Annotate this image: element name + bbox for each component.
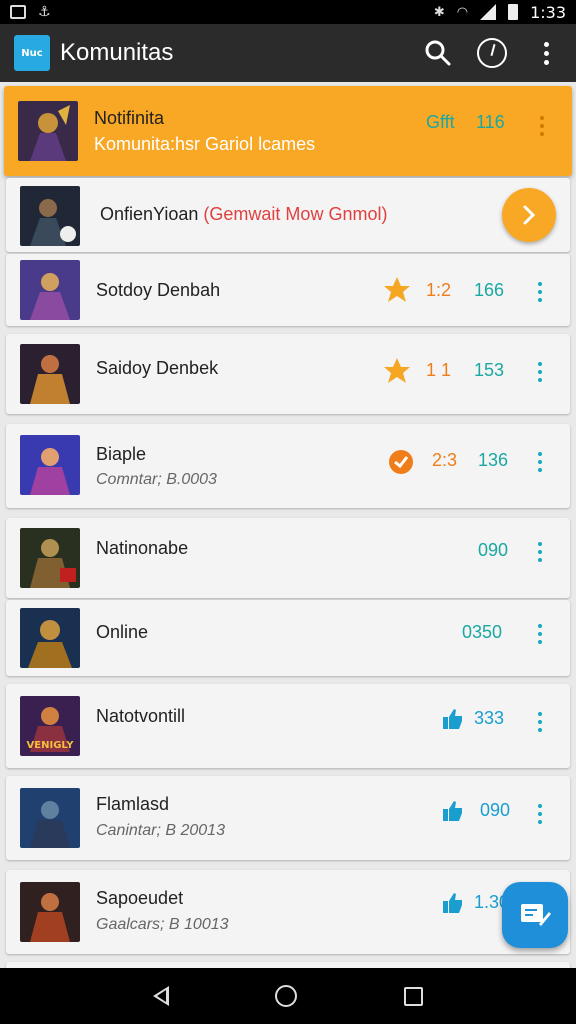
list-item[interactable]: Saidoy Denbek 1 1 153 bbox=[6, 334, 570, 414]
item-title: Sotdoy Denbah bbox=[96, 280, 221, 300]
item-thumbnail bbox=[20, 260, 80, 320]
item-thumbnail bbox=[20, 435, 80, 495]
thumbs-up-icon bbox=[443, 709, 462, 729]
more-options-icon[interactable] bbox=[540, 116, 546, 136]
item-thumbnail bbox=[20, 788, 80, 848]
item-count: 136 bbox=[478, 450, 509, 470]
promo-thumbnail bbox=[20, 186, 80, 246]
list-item[interactable]: Sapoeudet Gaalcars; B 10013 1.30 bbox=[6, 870, 570, 954]
item-count: 153 bbox=[474, 360, 505, 380]
item-thumbnail bbox=[20, 344, 80, 404]
more-options-icon[interactable] bbox=[538, 452, 544, 472]
more-options-icon[interactable] bbox=[538, 624, 544, 644]
star-icon bbox=[384, 358, 410, 383]
list-item[interactable]: Sotdoy Denbah 1:2 166 bbox=[6, 254, 570, 326]
signal-icon bbox=[480, 4, 497, 20]
thumbs-up-icon bbox=[443, 893, 462, 913]
more-options-icon[interactable] bbox=[538, 542, 544, 562]
item-thumbnail bbox=[20, 608, 80, 668]
thumbs-up-icon bbox=[443, 801, 462, 821]
wifi-icon: ◠ bbox=[456, 4, 469, 20]
list-item[interactable]: Online 0350 bbox=[6, 600, 570, 676]
featured-count: 116 bbox=[476, 112, 505, 132]
chevron-right-icon bbox=[523, 205, 536, 225]
item-thumbnail bbox=[20, 882, 80, 942]
compose-icon bbox=[521, 904, 551, 926]
app-title: Komunitas bbox=[60, 39, 174, 66]
navigation-bar bbox=[0, 968, 576, 1024]
battery-icon bbox=[508, 4, 519, 20]
item-count: 0350 bbox=[462, 622, 503, 642]
status-time: 1:33 bbox=[530, 2, 566, 22]
gallery-notification-icon bbox=[10, 5, 26, 19]
item-rating: 1:2 bbox=[426, 280, 452, 300]
item-title: Natotvontill bbox=[96, 706, 186, 726]
item-count: 090 bbox=[478, 540, 509, 560]
item-thumbnail bbox=[20, 528, 80, 588]
list-item[interactable]: Natinonabe 090 bbox=[6, 518, 570, 598]
item-title: Sapoeudet bbox=[96, 888, 184, 908]
more-options-icon[interactable] bbox=[538, 362, 544, 382]
bluetooth-icon: ✱ bbox=[433, 4, 445, 20]
promo-title: OnfienYioan bbox=[100, 204, 199, 224]
thumbnail-logo-text: VENIGLY bbox=[27, 740, 75, 751]
list-item[interactable]: VENIGLY Natotvontill 333 bbox=[6, 684, 570, 768]
item-subtitle: Canintar; B 20013 bbox=[96, 822, 225, 839]
item-count: 166 bbox=[474, 280, 505, 300]
badge-icon bbox=[389, 450, 413, 474]
item-count: 333 bbox=[474, 708, 505, 728]
item-subtitle: Comntar; B.0003 bbox=[96, 471, 217, 488]
list-item[interactable]: Biaple Comntar; B.0003 2:3 136 bbox=[6, 424, 570, 508]
featured-title: Notifinita bbox=[94, 108, 165, 128]
more-options-icon[interactable] bbox=[538, 282, 544, 302]
item-subtitle: Gaalcars; B 10013 bbox=[96, 916, 229, 933]
more-options-icon[interactable] bbox=[538, 804, 544, 824]
promo-tag: (Gemwait Mow Gnmol) bbox=[203, 204, 388, 224]
list-item[interactable]: Flamlasd Canintar; B 20013 090 bbox=[6, 776, 570, 860]
item-rating: 2:3 bbox=[432, 450, 458, 470]
forward-button[interactable] bbox=[502, 188, 556, 242]
more-options-icon[interactable] bbox=[538, 712, 544, 732]
item-title: Biaple bbox=[96, 444, 147, 464]
app-logo: Nuc bbox=[14, 35, 50, 71]
anchor-notification-icon: ⚓ bbox=[38, 4, 51, 20]
star-icon bbox=[384, 277, 410, 302]
item-rating: 1 1 bbox=[426, 360, 452, 380]
home-icon[interactable] bbox=[275, 985, 298, 1007]
item-thumbnail: VENIGLY bbox=[20, 696, 80, 756]
clock-icon[interactable] bbox=[476, 37, 508, 69]
featured-subtitle: Komunita:hsr Gariol lcames bbox=[94, 134, 316, 154]
community-list: Notifinita Komunita:hsr Gariol lcames Gf… bbox=[0, 82, 576, 982]
overflow-menu-icon[interactable] bbox=[530, 37, 562, 69]
item-title: Saidoy Denbek bbox=[96, 358, 219, 378]
promo-card[interactable]: OnfienYioan (Gemwait Mow Gnmol) bbox=[6, 178, 570, 252]
back-icon[interactable] bbox=[153, 986, 170, 1006]
item-title: Flamlasd bbox=[96, 794, 170, 814]
recent-apps-icon[interactable] bbox=[403, 986, 423, 1006]
item-count: 090 bbox=[480, 800, 511, 820]
status-bar: ⚓ ✱ ◠ 1:33 bbox=[0, 0, 576, 24]
featured-thumbnail bbox=[18, 101, 78, 161]
app-bar: Nuc Komunitas bbox=[0, 24, 576, 82]
featured-tag: Gfft bbox=[426, 112, 455, 132]
item-title: Online bbox=[96, 622, 149, 642]
item-title: Natinonabe bbox=[96, 538, 189, 558]
search-icon[interactable] bbox=[422, 37, 454, 69]
compose-fab[interactable] bbox=[502, 882, 568, 948]
featured-card[interactable]: Notifinita Komunita:hsr Gariol lcames Gf… bbox=[4, 86, 572, 176]
